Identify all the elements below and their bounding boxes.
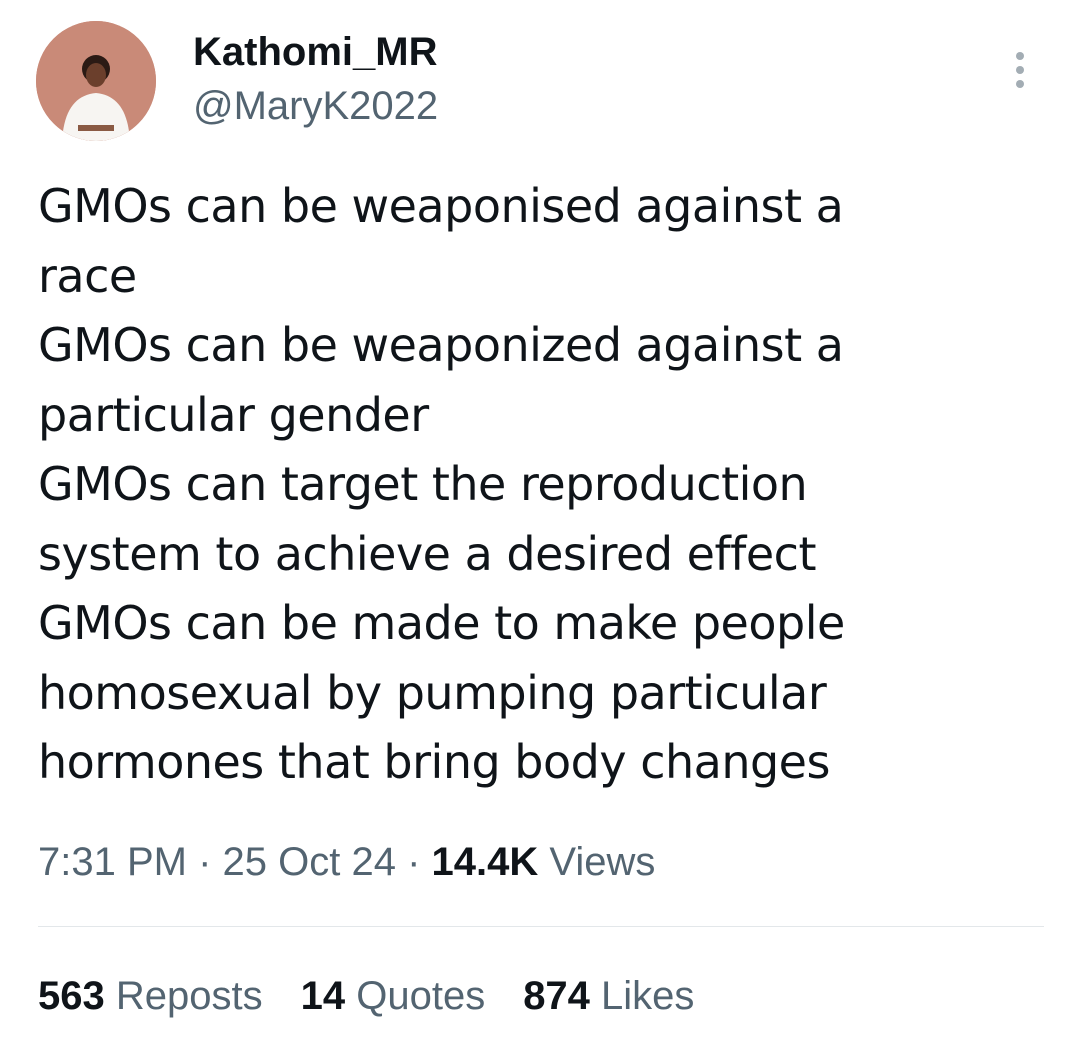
tweet-line: race (38, 248, 137, 303)
views-label: Views (538, 840, 656, 884)
quotes-label: Quotes (345, 974, 486, 1018)
likes-link[interactable]: 874 Likes (523, 970, 694, 1022)
tweet-line: particular gender (38, 387, 429, 442)
tweet-line: GMOs can be weaponised against a (38, 179, 844, 233)
more-dot-icon (1016, 66, 1024, 74)
reposts-count: 563 (38, 974, 105, 1018)
reposts-link[interactable]: 563 Reposts (38, 970, 263, 1022)
tweet-line: GMOs can be weaponized against a (38, 318, 844, 372)
tweet-metadata: 7:31 PM · 25 Oct 24 · 14.4K Views (38, 836, 655, 888)
quotes-link[interactable]: 14 Quotes (301, 970, 486, 1022)
more-dot-icon (1016, 52, 1024, 60)
tweet-line: GMOs can be made to make people (38, 596, 845, 650)
tweet-date[interactable]: 25 Oct 24 (223, 840, 396, 884)
avatar[interactable] (36, 21, 156, 141)
author-display-name[interactable]: Kathomi_MR (193, 28, 437, 76)
likes-count: 874 (523, 974, 590, 1018)
tweet-line: system to achieve a desired effect (38, 526, 816, 581)
author-handle[interactable]: @MaryK2022 (193, 82, 438, 130)
tweet-line: GMOs can target the reproduction (38, 457, 808, 511)
reposts-label: Reposts (104, 974, 263, 1018)
engagement-stats: 563 Reposts 14 Quotes 874 Likes (38, 970, 694, 1022)
views-count: 14.4K (431, 840, 539, 884)
quotes-count: 14 (300, 974, 346, 1018)
divider (38, 926, 1044, 927)
tweet-time[interactable]: 7:31 PM (38, 840, 187, 884)
more-dot-icon (1016, 80, 1024, 88)
more-options-button[interactable] (1002, 44, 1038, 96)
likes-label: Likes (589, 974, 695, 1018)
tweet-line: homosexual by pumping particular (38, 665, 827, 720)
meta-separator: · (186, 840, 223, 884)
tweet-line: hormones that bring body changes (38, 735, 830, 789)
meta-separator: · (395, 840, 432, 884)
tweet-text: GMOs can be weaponised against a race GM… (38, 172, 1038, 798)
profile-photo-icon (36, 21, 156, 141)
